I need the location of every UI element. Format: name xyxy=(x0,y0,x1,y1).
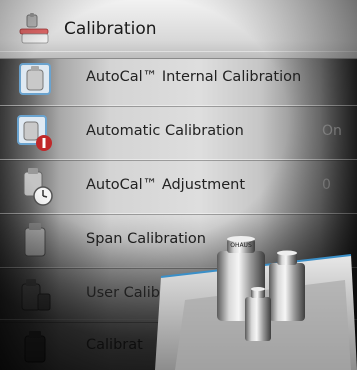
menu-item-automatic-calibration[interactable]: Automatic Calibration On xyxy=(0,105,357,161)
weight-icon xyxy=(24,331,46,363)
page-title: Calibration xyxy=(64,19,157,39)
menu-item-internal-calibration[interactable]: AutoCal™ Internal Calibration xyxy=(0,51,357,107)
balance-icon xyxy=(19,13,49,44)
calibration-screen: Calibration AutoCal™ Internal Calibratio… xyxy=(0,0,357,370)
menu-item-value: On xyxy=(322,123,342,139)
automatic-calibration-icon xyxy=(17,115,52,151)
calibration-weights-photo: OHAUS xyxy=(155,236,357,370)
svg-text:OHAUS: OHAUS xyxy=(230,242,252,249)
user-weight-icon xyxy=(21,279,51,311)
menu-item-label: Calibrat xyxy=(86,337,143,353)
menu-item-label: AutoCal™ Internal Calibration xyxy=(86,69,302,85)
internal-calibration-icon xyxy=(19,63,51,95)
adjustment-icon xyxy=(23,168,53,206)
menu-item-label: User Calibr xyxy=(86,285,166,301)
menu-item-label: Automatic Calibration xyxy=(86,123,244,139)
menu-item-autocal-adjustment[interactable]: AutoCal™ Adjustment 0 xyxy=(0,159,357,215)
menu-item-value: 0 xyxy=(322,177,331,193)
menu-item-label: AutoCal™ Adjustment xyxy=(86,177,246,193)
weight-icon xyxy=(24,223,46,257)
